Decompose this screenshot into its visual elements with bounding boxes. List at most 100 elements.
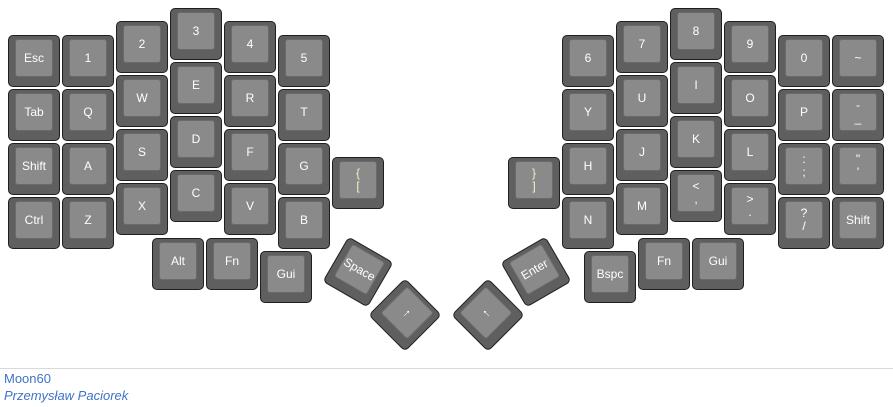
key-quote[interactable]: " ' bbox=[832, 143, 884, 195]
key-r[interactable]: R bbox=[224, 75, 276, 127]
key-brace-open[interactable]: { [ bbox=[332, 157, 384, 209]
key-label: Alt bbox=[170, 253, 185, 268]
key-m[interactable]: M bbox=[616, 183, 668, 235]
key-semicolon[interactable]: : ; bbox=[778, 143, 830, 195]
key-4[interactable]: 4 bbox=[224, 21, 276, 73]
key-b[interactable]: B bbox=[278, 197, 330, 249]
keycap: 2 bbox=[123, 25, 161, 63]
keycap: P bbox=[785, 93, 823, 131]
key-a[interactable]: A bbox=[62, 143, 114, 195]
key-1[interactable]: 1 bbox=[62, 35, 114, 87]
keycap: R bbox=[231, 79, 269, 117]
key-label: V bbox=[245, 198, 254, 213]
key-tilde[interactable]: ~ bbox=[832, 35, 884, 87]
keycap: Z bbox=[69, 201, 107, 239]
key-bspc[interactable]: Bspc bbox=[584, 251, 636, 303]
key-6[interactable]: 6 bbox=[562, 35, 614, 87]
key-s[interactable]: S bbox=[116, 129, 168, 181]
key-label: U bbox=[637, 90, 647, 105]
key-0[interactable]: 0 bbox=[778, 35, 830, 87]
keycap: Y bbox=[569, 93, 607, 131]
keycap: " ' bbox=[839, 147, 877, 185]
key-e[interactable]: E bbox=[170, 62, 222, 114]
key-c[interactable]: C bbox=[170, 170, 222, 222]
keycap: H bbox=[569, 147, 607, 185]
key-5[interactable]: 5 bbox=[278, 35, 330, 87]
key-p[interactable]: P bbox=[778, 89, 830, 141]
keycap: N bbox=[569, 201, 607, 239]
key-comma[interactable]: < , bbox=[670, 170, 722, 222]
key-9[interactable]: 9 bbox=[724, 21, 776, 73]
key-n[interactable]: N bbox=[562, 197, 614, 249]
key-label: 3 bbox=[192, 23, 200, 38]
key-label: 2 bbox=[138, 36, 146, 51]
key-g[interactable]: G bbox=[278, 143, 330, 195]
key-l[interactable]: L bbox=[724, 129, 776, 181]
key-fn-right[interactable]: Fn bbox=[638, 238, 690, 290]
keycap: ? / bbox=[785, 201, 823, 239]
key-w[interactable]: W bbox=[116, 75, 168, 127]
key-8[interactable]: 8 bbox=[670, 8, 722, 60]
key-gui-right[interactable]: Gui bbox=[692, 238, 744, 290]
key-label: F bbox=[246, 144, 254, 159]
key-minus[interactable]: - _ bbox=[832, 89, 884, 141]
key-label: ; bbox=[802, 165, 806, 179]
key-label: D bbox=[191, 131, 201, 146]
key-i[interactable]: I bbox=[670, 62, 722, 114]
key-3[interactable]: 3 bbox=[170, 8, 222, 60]
key-arrow-right-thumb[interactable]: ↑ bbox=[451, 278, 525, 352]
keycap: 9 bbox=[731, 25, 769, 63]
key-gui-left[interactable]: Gui bbox=[260, 251, 312, 303]
layout-name[interactable]: Moon60 bbox=[4, 370, 128, 387]
key-alt[interactable]: Alt bbox=[152, 238, 204, 290]
key-y[interactable]: Y bbox=[562, 89, 614, 141]
key-label: Bspc bbox=[596, 266, 624, 281]
key-2[interactable]: 2 bbox=[116, 21, 168, 73]
key-label: M bbox=[637, 198, 647, 213]
key-t[interactable]: T bbox=[278, 89, 330, 141]
key-7[interactable]: 7 bbox=[616, 21, 668, 73]
keycap: M bbox=[623, 187, 661, 225]
keycap: S bbox=[123, 133, 161, 171]
key-brace-close[interactable]: } ] bbox=[508, 157, 560, 209]
keycap: 8 bbox=[677, 12, 715, 50]
key-label: P bbox=[799, 104, 808, 119]
keycap: 1 bbox=[69, 39, 107, 77]
key-period[interactable]: > . bbox=[724, 183, 776, 235]
key-enter[interactable]: Enter bbox=[500, 236, 572, 308]
key-x[interactable]: X bbox=[116, 183, 168, 235]
keycap: { [ bbox=[339, 161, 377, 199]
key-label: 0 bbox=[800, 50, 808, 65]
key-label: . bbox=[748, 205, 752, 219]
key-arrow-left-thumb[interactable]: ↑ bbox=[368, 278, 442, 352]
key-d[interactable]: D bbox=[170, 116, 222, 168]
key-label: Esc bbox=[23, 50, 44, 65]
key-z[interactable]: Z bbox=[62, 197, 114, 249]
key-label-shift: _ bbox=[854, 111, 862, 125]
keycap: } ] bbox=[515, 161, 553, 199]
key-tab[interactable]: Tab bbox=[8, 89, 60, 141]
keycap: B bbox=[285, 201, 323, 239]
footer-divider bbox=[0, 368, 893, 369]
key-j[interactable]: J bbox=[616, 129, 668, 181]
key-ctrl[interactable]: Ctrl bbox=[8, 197, 60, 249]
key-u[interactable]: U bbox=[616, 75, 668, 127]
key-f[interactable]: F bbox=[224, 129, 276, 181]
key-k[interactable]: K bbox=[670, 116, 722, 168]
key-label: 6 bbox=[584, 50, 592, 65]
key-h[interactable]: H bbox=[562, 143, 614, 195]
key-esc[interactable]: Esc bbox=[8, 35, 60, 87]
layout-info: Moon60 Przemysław Paciorek bbox=[4, 370, 128, 404]
key-fn-left[interactable]: Fn bbox=[206, 238, 258, 290]
key-label: Space bbox=[341, 254, 378, 284]
key-v[interactable]: V bbox=[224, 183, 276, 235]
key-slash[interactable]: ? / bbox=[778, 197, 830, 249]
keycap: U bbox=[623, 79, 661, 117]
key-label: X bbox=[137, 198, 146, 213]
key-q[interactable]: Q bbox=[62, 89, 114, 141]
keycap: K bbox=[677, 120, 715, 158]
key-shift-left[interactable]: Shift bbox=[8, 143, 60, 195]
key-shift-right[interactable]: Shift bbox=[832, 197, 884, 249]
key-space[interactable]: Space bbox=[322, 236, 394, 308]
key-o[interactable]: O bbox=[724, 75, 776, 127]
